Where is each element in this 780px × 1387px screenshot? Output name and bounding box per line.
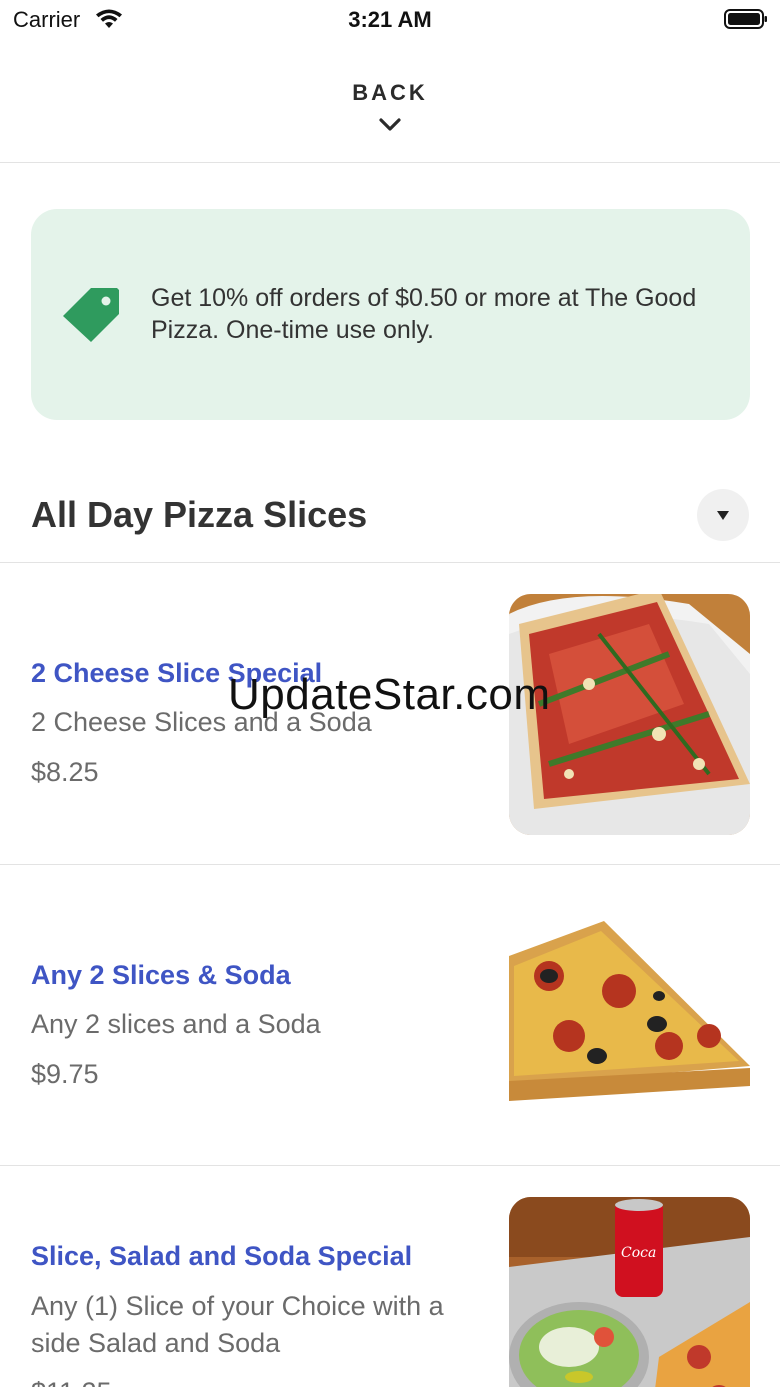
caret-down-icon [717, 511, 729, 520]
back-header[interactable]: BACK [0, 40, 780, 163]
status-time: 3:21 AM [348, 7, 432, 32]
item-name[interactable]: Slice, Salad and Soda Special [31, 1241, 412, 1272]
section-title: All Day Pizza Slices [31, 494, 368, 535]
item-price: $11.25 [31, 1377, 112, 1387]
back-button[interactable]: BACK [0, 80, 780, 106]
watermark: UpdateStar.com [228, 670, 551, 719]
item-price: $8.25 [31, 757, 99, 787]
status-bar: Carrier 3:21 AM [0, 0, 780, 40]
item-description: Any 2 slices and a Soda [31, 1009, 321, 1039]
tag-icon [61, 284, 123, 351]
promo-banner: Get 10% off orders of $0.50 or more at T… [31, 209, 750, 420]
item-description: Any (1) Slice of your Choice with a side… [31, 1291, 444, 1358]
pepperoni-slice-photo[interactable] [509, 896, 750, 1137]
battery-icon [724, 9, 768, 29]
chevron-down-icon[interactable] [378, 117, 402, 138]
item-price: $9.75 [31, 1059, 99, 1089]
item-name[interactable]: Any 2 Slices & Soda [31, 960, 291, 991]
section-collapse-button[interactable] [697, 489, 749, 541]
salad-soda-pizza-photo[interactable]: Coca [509, 1197, 750, 1387]
promo-text: Get 10% off orders of $0.50 or more at T… [151, 284, 697, 344]
menu-item[interactable]: Slice, Salad and Soda Special Any (1) Sl… [0, 1166, 780, 1387]
svg-text:Coca: Coca [621, 1245, 656, 1261]
menu-item[interactable]: Any 2 Slices & Soda Any 2 slices and a S… [0, 865, 780, 1166]
